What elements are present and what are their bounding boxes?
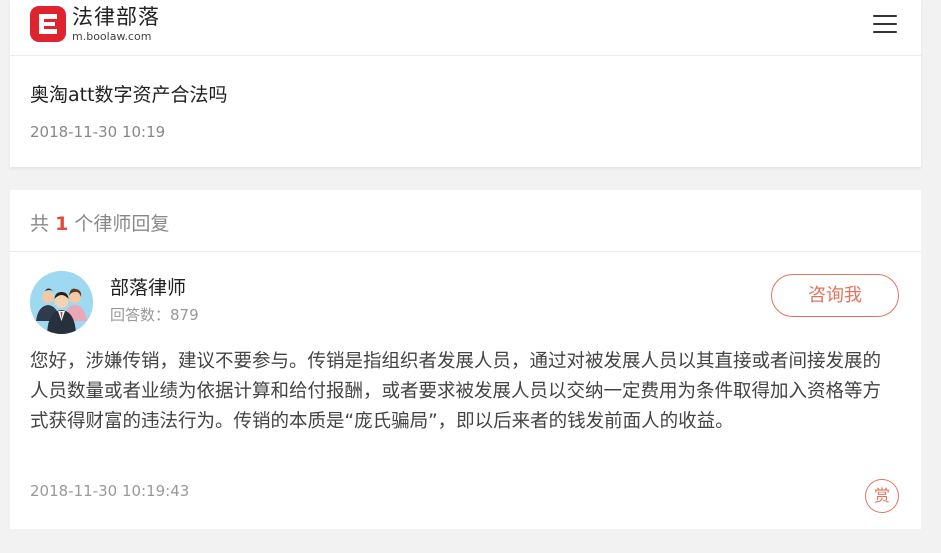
consult-button[interactable]: 咨询我 [771,274,899,317]
logo-domain: m.boolaw.com [72,30,152,43]
reply-count-row: 共 1 个律师回复 [10,190,921,252]
logo-name: 法律部落 [72,5,160,29]
answer-text: 您好，涉嫌传销，建议不要参与。传销是指组织者发展人员，通过对被发展人员以其直接或… [30,351,882,432]
question-date: 2018-11-30 10:19 [30,123,166,141]
question-card: 法律部落 m.boolaw.com 奥淘att数字资产合法吗 2018-11-3… [10,0,921,167]
question-title: 奥淘att数字资产合法吗 [30,84,228,106]
lawyer-answer-count: 回答数：879 [110,306,199,324]
reply-count-number: 1 [55,213,69,235]
answer-card: 共 1 个律师回复 部落律师 回答数：879 咨询我 您好，涉嫌传销，建议不要参… [10,190,921,529]
reply-count-prefix: 共 [30,213,50,235]
reply-count-suffix: 个律师回复 [74,213,170,235]
site-header: 法律部落 m.boolaw.com [10,0,921,56]
logo-mark-icon [30,6,66,42]
lawyer-name[interactable]: 部落律师 [110,273,186,300]
hamburger-menu-icon[interactable] [873,12,899,36]
reward-button[interactable]: 赏 [865,479,899,513]
answer-date: 2018-11-30 10:19:43 [30,482,190,500]
site-logo[interactable]: 法律部落 m.boolaw.com [30,5,160,43]
reply-count: 共 1 个律师回复 [30,209,169,236]
lawyer-avatar[interactable] [30,271,93,334]
